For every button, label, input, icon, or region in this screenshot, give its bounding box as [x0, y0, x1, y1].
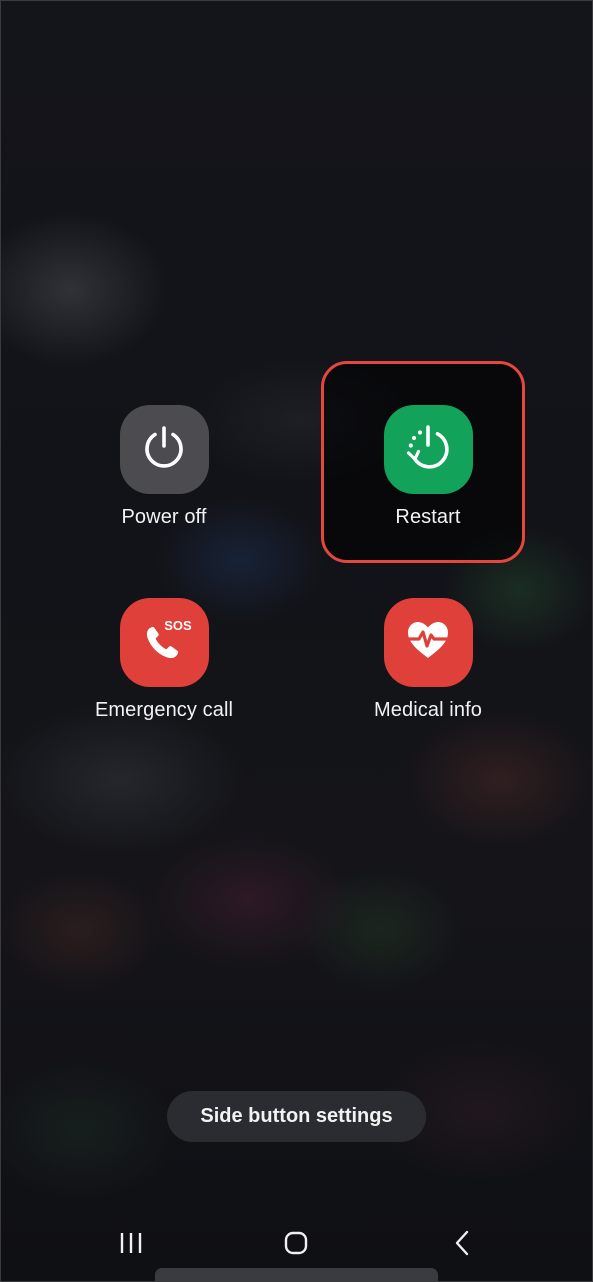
heart-pulse-icon — [399, 611, 457, 674]
home-icon — [283, 1230, 309, 1261]
power-off-tile — [119, 405, 209, 494]
power-off-button[interactable]: Power off — [64, 405, 264, 529]
restart-icon — [401, 420, 455, 479]
emergency-call-tile: SOS — [119, 598, 209, 687]
back-button[interactable] — [433, 1229, 493, 1261]
gesture-handle — [155, 1268, 438, 1282]
medical-info-button[interactable]: Medical info — [328, 598, 528, 722]
restart-button[interactable]: Restart — [328, 405, 528, 529]
power-icon — [138, 421, 190, 478]
emergency-call-label: Emergency call — [94, 699, 234, 721]
recents-icon — [118, 1231, 144, 1260]
sos-phone-icon: SOS — [134, 610, 194, 675]
restart-tile — [383, 405, 473, 494]
side-button-settings-label: Side button settings — [200, 1105, 393, 1127]
power-off-label: Power off — [121, 506, 207, 528]
home-button[interactable] — [266, 1229, 326, 1261]
recents-button[interactable] — [101, 1229, 161, 1261]
back-icon — [452, 1230, 474, 1261]
power-menu-screen: Power off Restart SOS Emergency call Med… — [0, 0, 593, 1282]
restart-label: Restart — [395, 506, 461, 528]
sos-badge: SOS — [164, 618, 192, 633]
medical-info-label: Medical info — [374, 699, 482, 721]
medical-info-tile — [383, 598, 473, 687]
side-button-settings-button[interactable]: Side button settings — [167, 1091, 426, 1142]
navigation-bar — [0, 1215, 593, 1275]
emergency-call-button[interactable]: SOS Emergency call — [64, 598, 264, 722]
